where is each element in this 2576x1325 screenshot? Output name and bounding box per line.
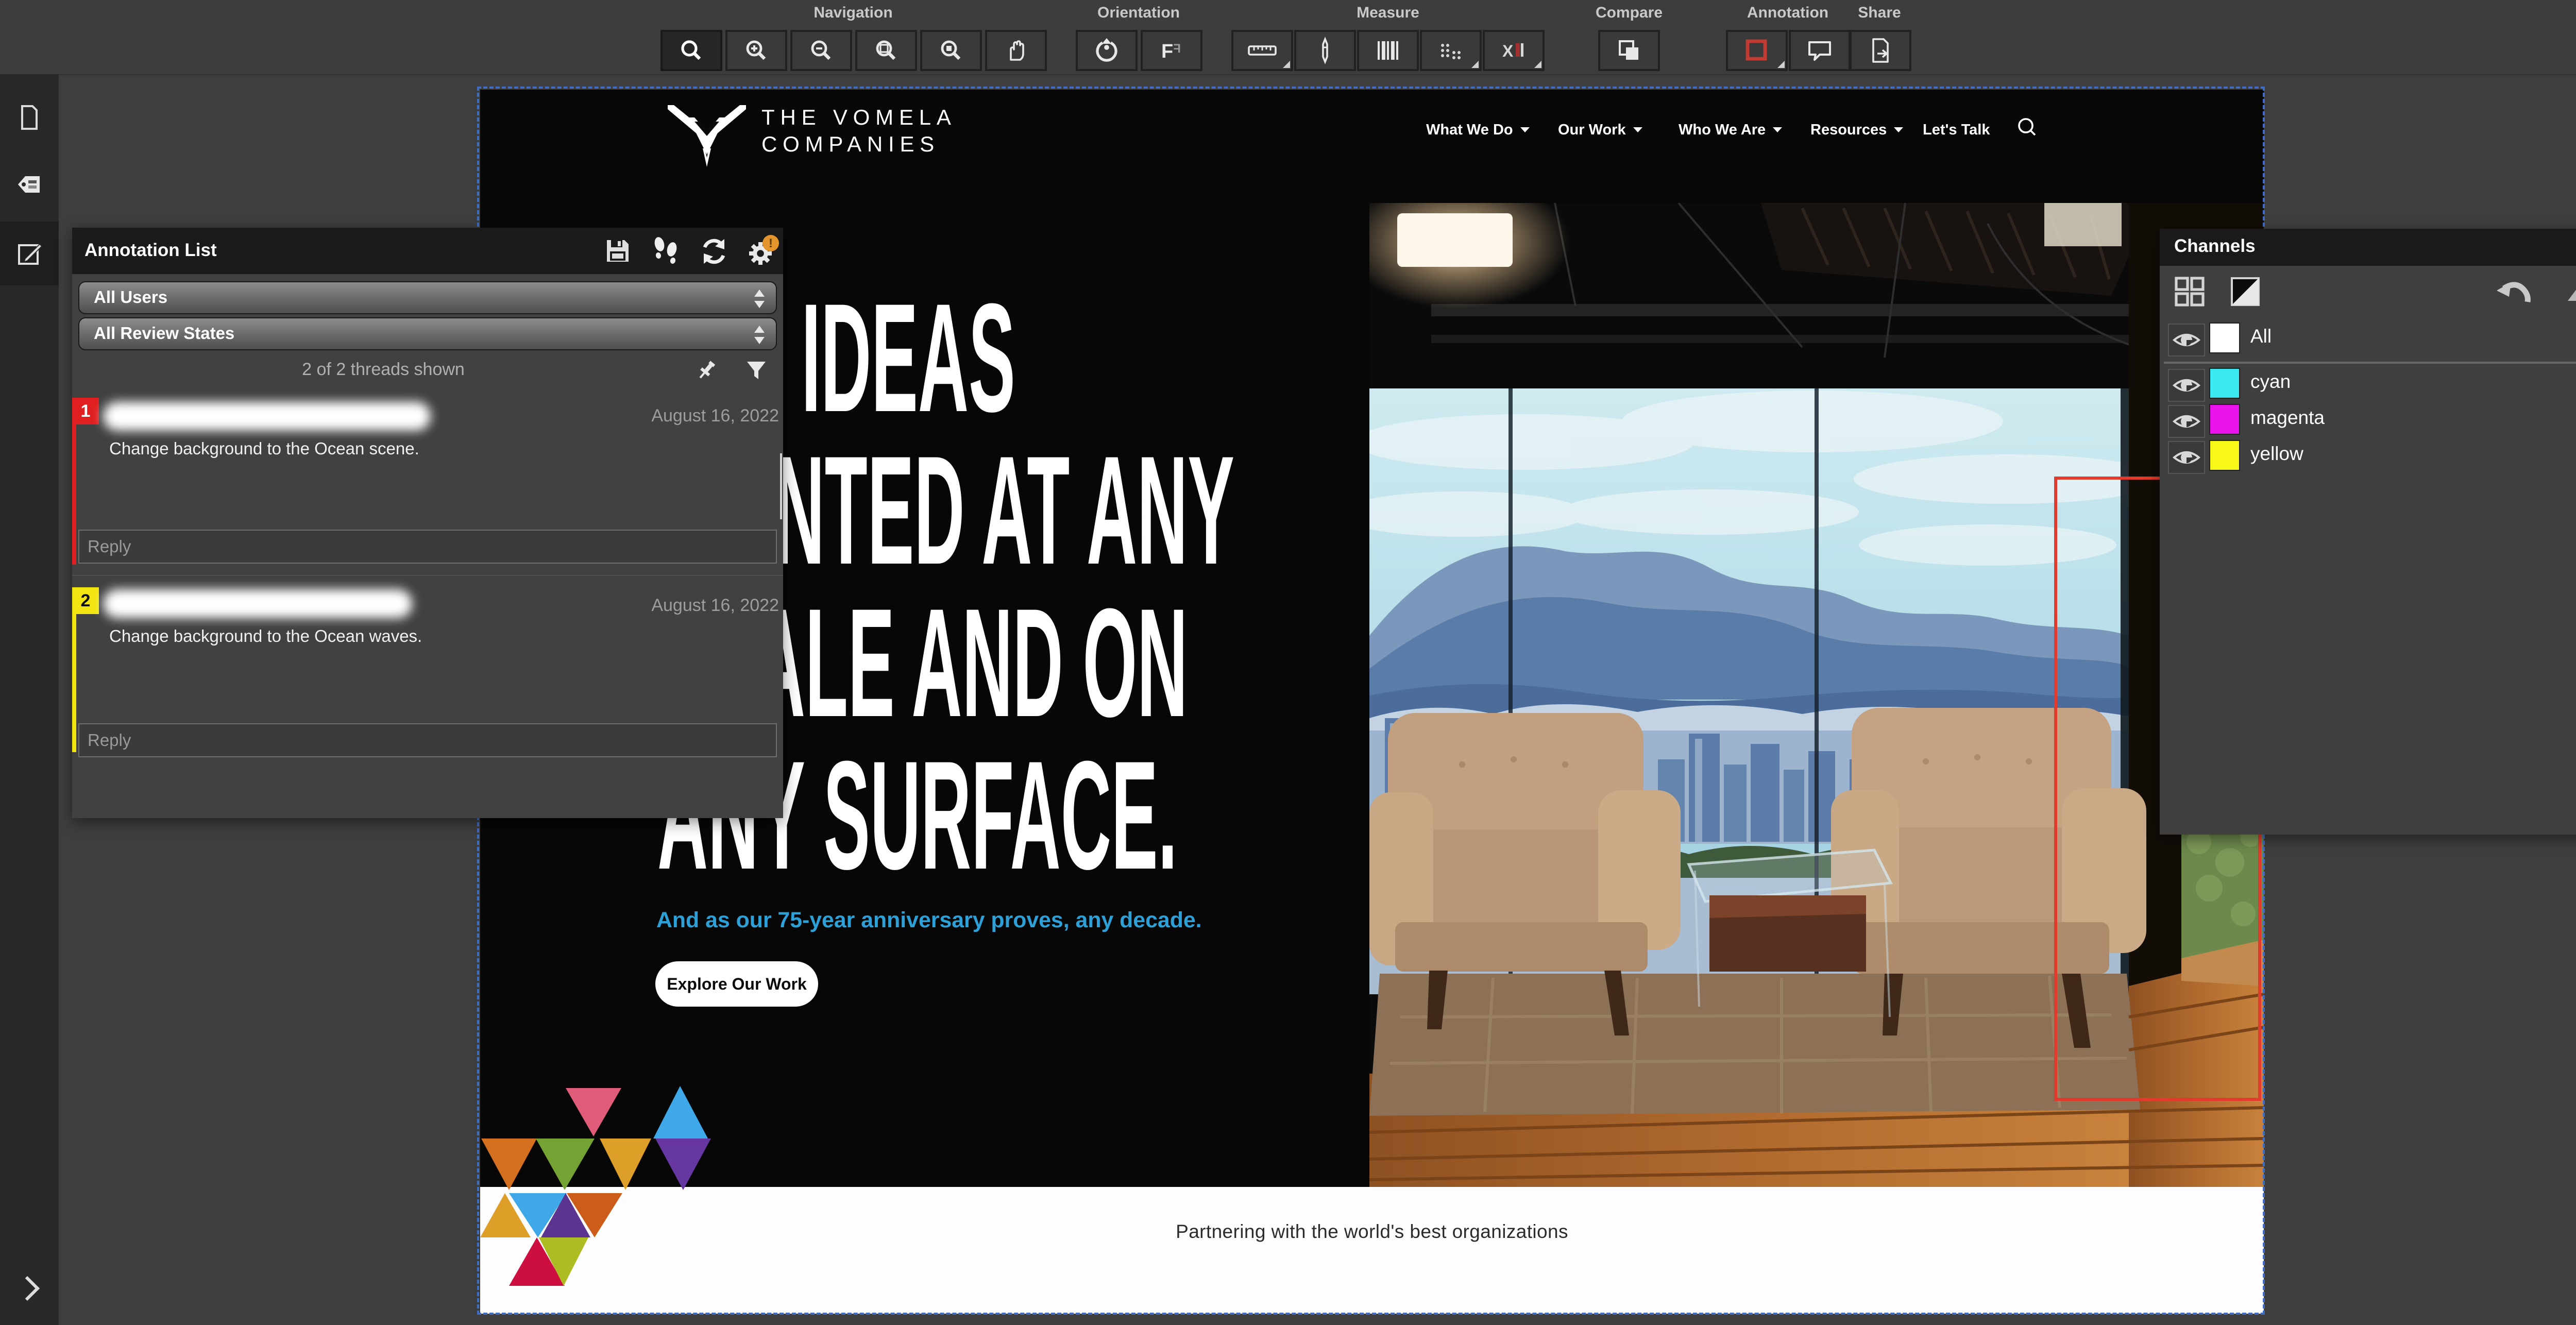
svg-text:!: !	[769, 236, 773, 250]
svg-text:F: F	[1173, 42, 1181, 56]
svg-text:F: F	[1161, 41, 1173, 62]
svg-text:X: X	[1502, 42, 1514, 60]
